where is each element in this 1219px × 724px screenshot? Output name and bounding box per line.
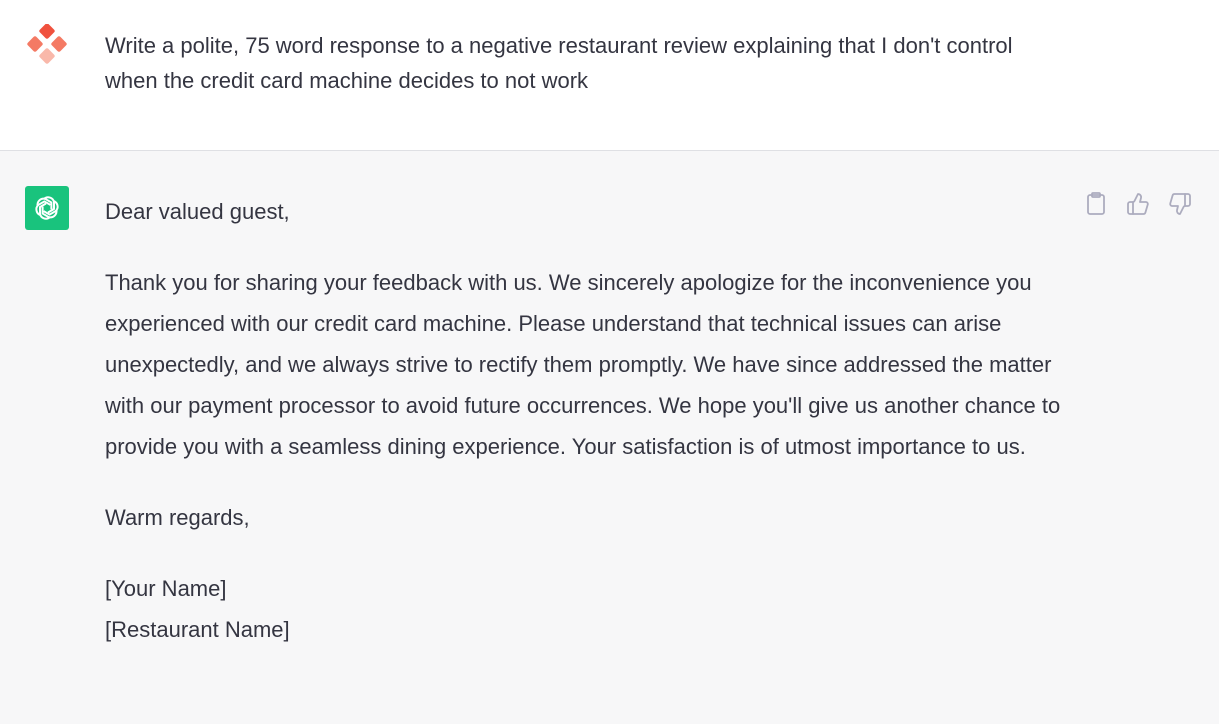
clipboard-icon	[1085, 192, 1107, 216]
closing-text: Warm regards,	[105, 505, 250, 530]
signature-name-text: [Your Name]	[105, 576, 227, 601]
user-avatar-icon	[24, 23, 70, 70]
openai-logo-icon	[25, 186, 69, 230]
assistant-message-row: Dear valued guest, Thank you for sharing…	[0, 151, 1219, 724]
assistant-message-content: Dear valued guest, Thank you for sharing…	[105, 191, 1065, 650]
thumbs-up-icon	[1126, 192, 1150, 216]
copy-button[interactable]	[1083, 191, 1109, 217]
thumbs-down-button[interactable]	[1167, 191, 1193, 217]
thumbs-up-button[interactable]	[1125, 191, 1151, 217]
message-actions	[1083, 191, 1193, 217]
greeting-text: Dear valued guest,	[105, 199, 290, 224]
user-message-row: Write a polite, 75 word response to a ne…	[0, 0, 1219, 151]
body-text: Thank you for sharing your feedback with…	[105, 270, 1061, 459]
user-message-text: Write a polite, 75 word response to a ne…	[105, 33, 1013, 93]
signature-restaurant-text: [Restaurant Name]	[105, 617, 290, 642]
thumbs-down-icon	[1168, 192, 1192, 216]
